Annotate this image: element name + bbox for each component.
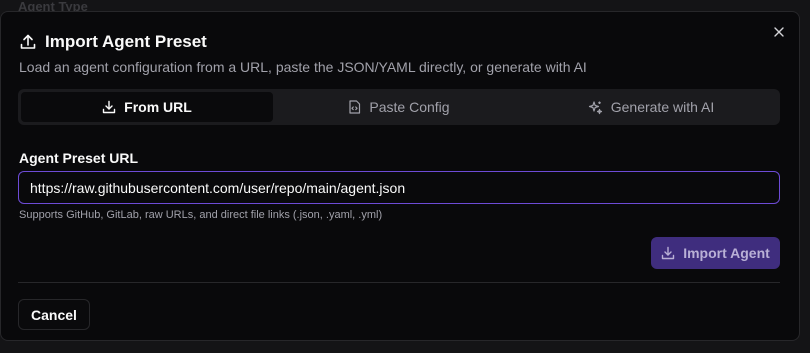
tab-label: Paste Config: [369, 99, 450, 115]
close-icon: [774, 27, 784, 37]
upload-icon: [19, 33, 37, 51]
footer-divider: [18, 282, 780, 283]
url-field-label: Agent Preset URL: [19, 150, 139, 166]
tab-generate-ai[interactable]: Generate with AI: [525, 92, 777, 122]
import-button-label: Import Agent: [683, 245, 770, 261]
tab-label: From URL: [124, 99, 192, 115]
import-method-tabs: From URL Paste Config Generate with AI: [18, 89, 780, 125]
close-button[interactable]: [771, 24, 787, 40]
cancel-button[interactable]: Cancel: [18, 299, 90, 330]
dialog-description: Load an agent configuration from a URL, …: [19, 59, 587, 75]
sparkles-icon: [588, 100, 603, 115]
file-code-icon: [348, 100, 361, 114]
import-agent-button[interactable]: Import Agent: [651, 237, 780, 269]
cancel-button-label: Cancel: [31, 306, 77, 323]
tab-paste-config[interactable]: Paste Config: [273, 92, 525, 122]
tab-label: Generate with AI: [610, 99, 715, 115]
download-icon: [661, 246, 675, 260]
tab-from-url[interactable]: From URL: [21, 92, 273, 122]
dialog-title: Import Agent Preset: [45, 32, 207, 51]
dialog-header: Import Agent Preset: [19, 32, 207, 52]
import-agent-dialog: Import Agent Preset Load an agent config…: [0, 11, 800, 341]
agent-preset-url-input[interactable]: [18, 171, 780, 204]
download-icon: [102, 100, 116, 114]
url-field-hint: Supports GitHub, GitLab, raw URLs, and d…: [19, 209, 383, 221]
